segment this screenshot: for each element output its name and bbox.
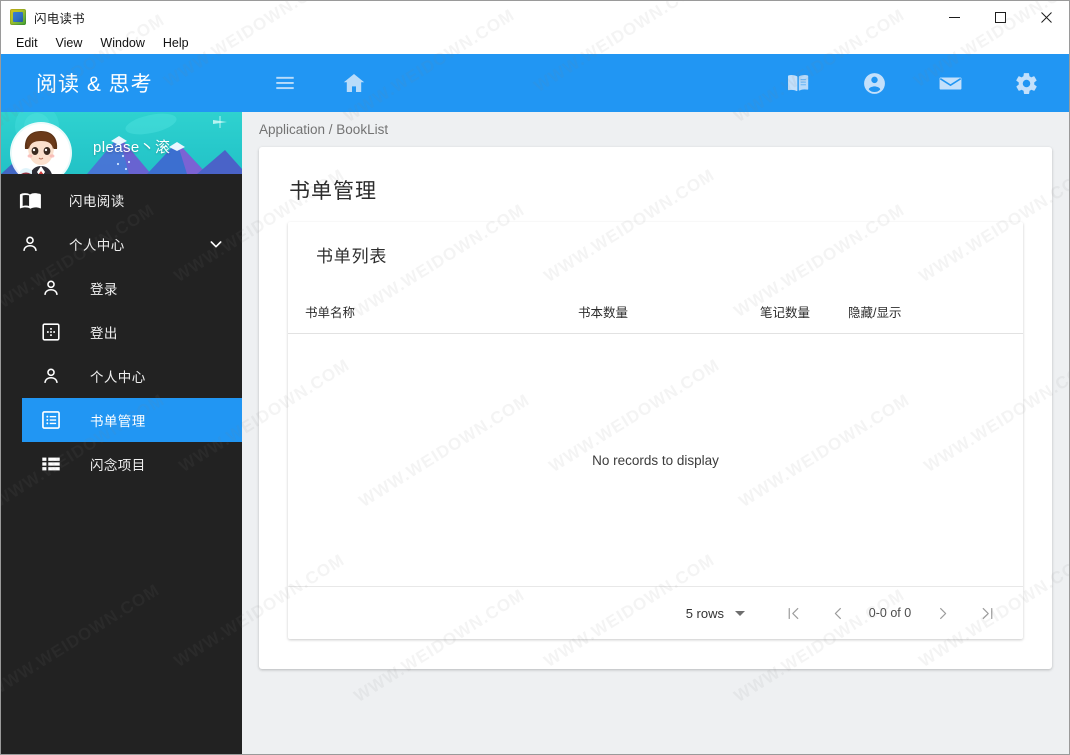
user-profile-banner: please丶滚: [1, 112, 242, 174]
page-title: 书单管理: [289, 180, 377, 203]
close-icon[interactable]: [1023, 1, 1069, 33]
sidebar-brand: 阅读 & 思考: [1, 54, 242, 112]
profile-username: please丶滚: [93, 139, 171, 156]
chevron-down-icon: [735, 610, 745, 616]
page-range-label: 0-0 of 0: [868, 606, 912, 620]
title-bar: 闪电读书: [1, 1, 1069, 33]
sidebar-item-user-center[interactable]: 个人中心: [1, 222, 242, 266]
page-card: 书单管理 书单列表 书单名称 书本数量 笔记数量 隐藏/显示 No record…: [259, 147, 1052, 669]
sidebar-item-logout[interactable]: 登出: [1, 310, 242, 354]
chevron-down-icon[interactable]: [208, 236, 224, 252]
sidebar-item-user-center-sub[interactable]: 个人中心: [1, 354, 242, 398]
rows-per-page-select[interactable]: 5 rows: [686, 606, 745, 621]
breadcrumb: Application / BookList: [259, 122, 389, 137]
menu-window[interactable]: Window: [91, 34, 153, 52]
main-content: Application / BookList 书单管理 书单列表 书单名称 书本…: [242, 54, 1069, 754]
sidebar-item-label: 书单管理: [90, 414, 146, 429]
person-icon: [39, 364, 63, 388]
table-pagination: 5 rows 0-0 of 0: [288, 587, 1023, 639]
column-header-note-count[interactable]: 笔记数量: [760, 302, 810, 321]
menu-edit[interactable]: Edit: [7, 34, 47, 52]
brand-label: 阅读 & 思考: [36, 73, 153, 96]
table-body: No records to display: [288, 334, 1023, 587]
empty-state-message: No records to display: [592, 452, 719, 468]
exit-box-icon: [39, 320, 63, 344]
sidebar-item-label: 登出: [90, 326, 118, 341]
avatar[interactable]: [12, 124, 70, 174]
sidebar-item-label: 个人中心: [90, 370, 146, 385]
booklist-table-card: 书单列表 书单名称 书本数量 笔记数量 隐藏/显示 No records to …: [288, 222, 1023, 639]
prev-page-icon[interactable]: [815, 595, 859, 631]
sidebar-item-label: 个人中心: [69, 238, 125, 253]
first-page-icon[interactable]: [771, 595, 815, 631]
maximize-icon[interactable]: [977, 1, 1023, 33]
sidebar-item-label: 闪电阅读: [69, 194, 125, 209]
menu-view[interactable]: View: [47, 34, 92, 52]
table-card-title: 书单列表: [316, 247, 388, 266]
avatar-illustration: [12, 124, 70, 174]
person-icon: [18, 232, 42, 256]
window-title: 闪电读书: [34, 11, 85, 26]
sidebar-item-label: 闪念项目: [90, 458, 146, 473]
table-header-row: 书单名称 书本数量 笔记数量 隐藏/显示: [288, 284, 1023, 334]
person-icon: [39, 276, 63, 300]
sidebar-item-booklist-management[interactable]: 书单管理: [22, 398, 242, 442]
sidebar-item-label: 登录: [90, 282, 118, 297]
rows-per-page-label: 5 rows: [685, 605, 724, 621]
book-open-icon: [18, 188, 42, 212]
settings-gear-icon[interactable]: [1005, 62, 1047, 104]
home-icon[interactable]: [333, 62, 375, 104]
top-bar-actions: [777, 62, 1047, 104]
hamburger-icon[interactable]: [264, 62, 306, 104]
list-icon: [39, 452, 63, 476]
email-icon[interactable]: [929, 62, 971, 104]
top-app-bar: [242, 54, 1069, 112]
list-box-icon: [39, 408, 63, 432]
sidebar-nav: 闪电阅读 个人中心 登录 登出 个人中心 书单管理 闪念项目: [1, 174, 242, 486]
minimize-icon[interactable]: [931, 1, 977, 33]
sidebar-item-flash-ideas[interactable]: 闪念项目: [1, 442, 242, 486]
next-page-icon[interactable]: [921, 595, 965, 631]
sidebar-item-flash-reading[interactable]: 闪电阅读: [1, 178, 242, 222]
menu-help[interactable]: Help: [154, 34, 198, 52]
sidebar-item-login[interactable]: 登录: [1, 266, 242, 310]
account-circle-icon[interactable]: [853, 62, 895, 104]
last-page-icon[interactable]: [965, 595, 1009, 631]
book-icon[interactable]: [777, 62, 819, 104]
app-icon: [10, 9, 26, 25]
menu-bar: Edit View Window Help: [1, 33, 1069, 53]
column-header-name[interactable]: 书单名称: [305, 302, 355, 321]
window-controls: [931, 1, 1069, 33]
column-header-book-count[interactable]: 书本数量: [578, 302, 628, 321]
column-header-visibility[interactable]: 隐藏/显示: [848, 302, 901, 321]
application-window: 闪电读书 Edit View Window Help 阅读 & 思考 pleas…: [0, 0, 1070, 755]
sidebar: 阅读 & 思考 please丶滚 闪电阅读 个人中心 登录 登出 个人中心 书单…: [1, 54, 242, 754]
app-shell: 阅读 & 思考 please丶滚 闪电阅读 个人中心 登录 登出 个人中心 书单…: [1, 54, 1069, 754]
